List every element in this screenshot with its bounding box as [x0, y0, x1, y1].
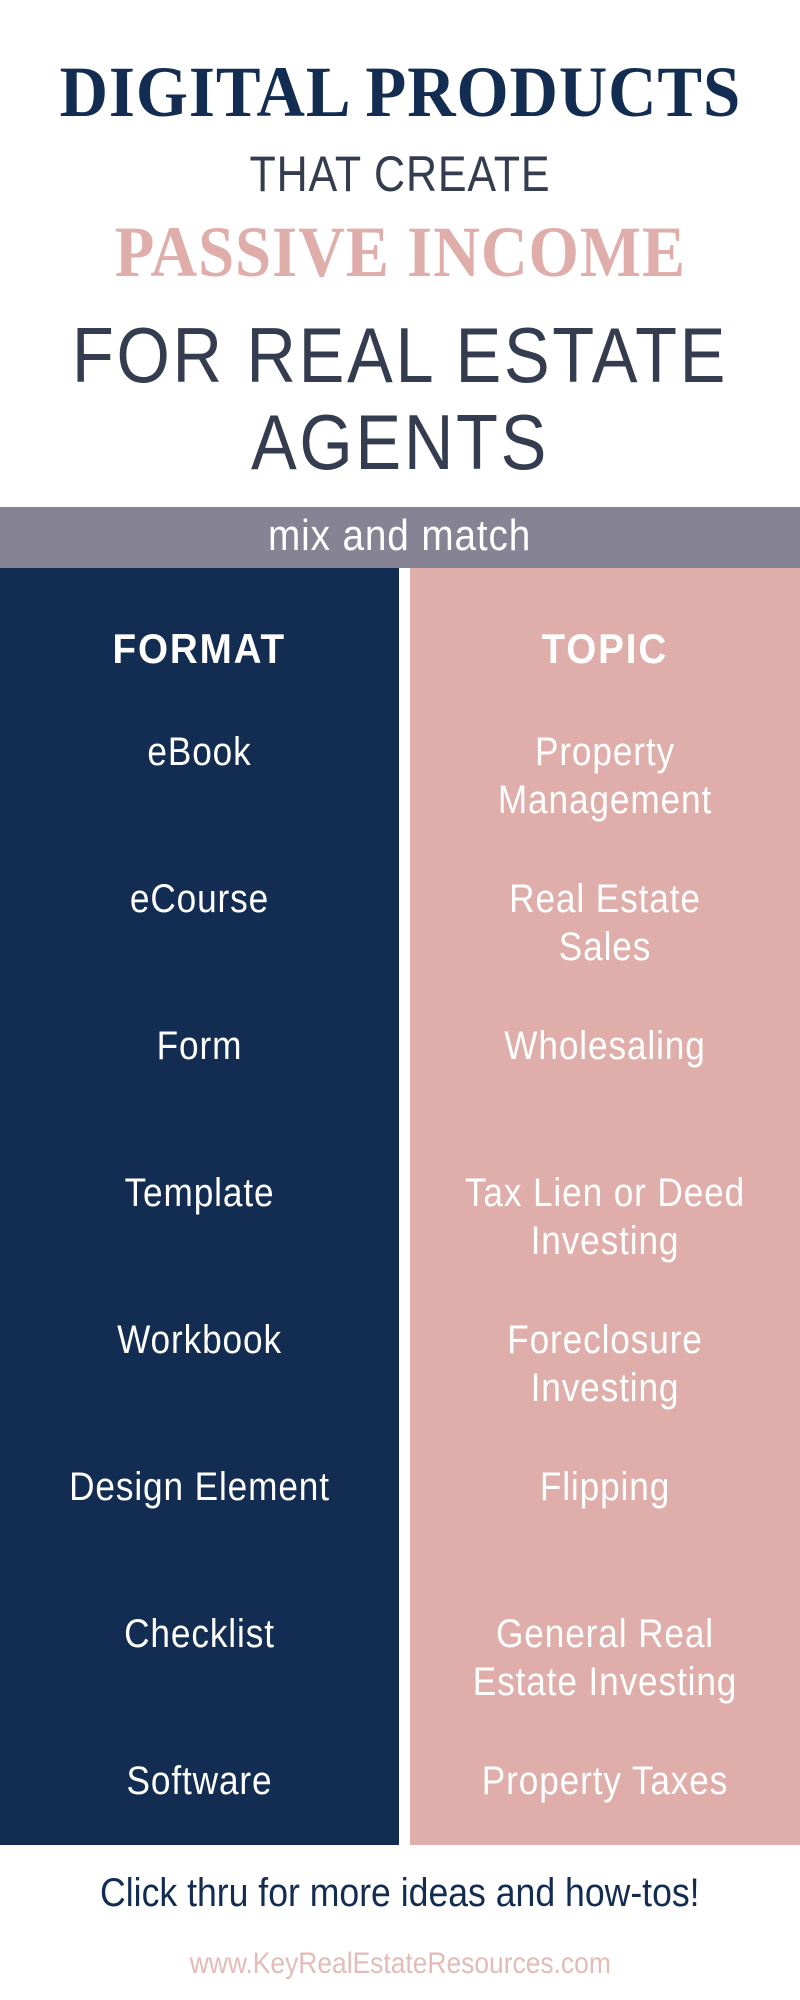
format-item: Form — [0, 1022, 399, 1070]
title-for-real-estate-agents: FOR REAL ESTATE AGENTS — [0, 312, 800, 486]
call-to-action: Click thru for more ideas and how-tos! — [0, 1868, 800, 1918]
title-that-create: THAT CREATE — [0, 146, 800, 202]
topic-heading: TOPIC — [410, 624, 800, 674]
format-item-text: Workbook — [117, 1318, 282, 1362]
website-url[interactable]: www.KeyRealEstateResources.com — [0, 1944, 800, 1984]
title-line: FOR REAL ESTATE — [71, 311, 729, 399]
topic-item-text: Foreclosure — [507, 1318, 703, 1362]
topic-item-text: Estate Investing — [472, 1660, 738, 1704]
title-line: THAT CREATE — [249, 146, 551, 202]
topic-item-text: Real Estate — [509, 877, 701, 921]
topic-item: Property Management — [410, 728, 800, 824]
topic-item: Real Estate Sales — [410, 875, 800, 971]
title-line: AGENTS — [250, 398, 550, 486]
topic-item-text: Wholesaling — [504, 1024, 706, 1068]
topic-item: Property Taxes — [410, 1757, 800, 1805]
format-item-text: Form — [156, 1024, 243, 1068]
topic-item-text: Investing — [530, 1366, 680, 1410]
topic-item: General Real Estate Investing — [410, 1610, 800, 1706]
format-item: Checklist — [0, 1610, 399, 1658]
topic-item-text: Tax Lien or Deed — [464, 1171, 746, 1215]
format-item: eBook — [0, 728, 399, 776]
topic-item-text: Property Taxes — [481, 1759, 729, 1803]
topic-item: Flipping — [410, 1463, 800, 1511]
format-item-text: eBook — [147, 730, 252, 774]
title-line: DIGITAL PRODUCTS — [59, 52, 741, 132]
topic-item-text: General Real — [496, 1612, 714, 1656]
topic-item-text: Management — [497, 778, 713, 822]
cta-text: Click thru for more ideas and how-tos! — [100, 1871, 700, 1915]
format-item-text: Design Element — [69, 1465, 330, 1509]
format-item: Software — [0, 1757, 399, 1805]
format-item-text: eCourse — [129, 877, 270, 921]
topic-item-text: Flipping — [539, 1465, 671, 1509]
title-passive-income: PASSIVE INCOME — [0, 212, 800, 292]
format-item-text: Checklist — [124, 1612, 275, 1656]
format-item-text: Software — [126, 1759, 273, 1803]
format-item: Design Element — [0, 1463, 399, 1511]
format-column: FORMAT eBook eCourse Form Template Workbook D… — [0, 568, 399, 1845]
title-line: PASSIVE INCOME — [114, 212, 686, 292]
mix-and-match-banner: mix and match — [0, 507, 800, 568]
topic-item: Foreclosure Investing — [410, 1316, 800, 1412]
format-item: Workbook — [0, 1316, 399, 1364]
format-item-text: Template — [124, 1171, 275, 1215]
format-heading: FORMAT — [0, 624, 399, 674]
topic-item: Tax Lien or Deed Investing — [410, 1169, 800, 1265]
format-item: eCourse — [0, 875, 399, 923]
format-item: Template — [0, 1169, 399, 1217]
banner-label: mix and match — [268, 511, 532, 560]
url-text[interactable]: www.KeyRealEstateResources.com — [189, 1944, 610, 1984]
topic-item-text: Property — [534, 730, 676, 774]
topic-item: Wholesaling — [410, 1022, 800, 1070]
title-digital-products: DIGITAL PRODUCTS — [0, 52, 800, 132]
column-heading-label: FORMAT — [112, 625, 287, 672]
topic-column: TOPIC Property Management Real Estate Sales… — [410, 568, 800, 1845]
topic-item-text: Investing — [530, 1219, 680, 1263]
column-heading-label: TOPIC — [541, 625, 669, 672]
topic-item-text: Sales — [558, 925, 652, 969]
